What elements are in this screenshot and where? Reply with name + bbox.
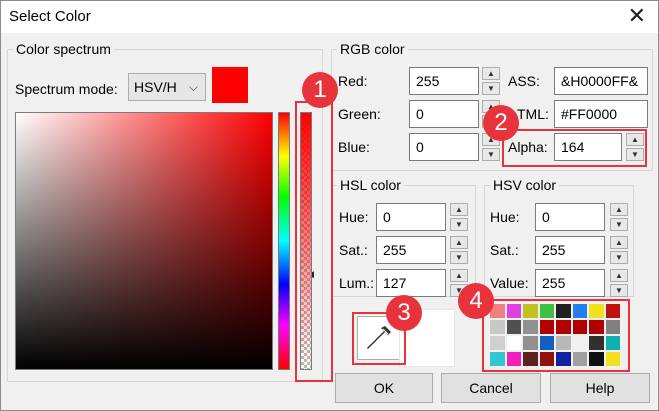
hsv-hue-input[interactable]: 0 [535, 203, 605, 231]
down-arrow-icon[interactable]: ▼ [482, 82, 500, 95]
hsv-sat-label: Sat.: [490, 242, 519, 258]
hsv-hue-label: Hue: [490, 209, 520, 225]
dialog-title: Select Color [9, 8, 91, 25]
callout-2: 2 [483, 105, 519, 141]
title-bar: Select Color ✕ [1, 1, 658, 33]
hsv-value-input[interactable]: 255 [535, 269, 605, 297]
close-icon[interactable]: ✕ [628, 5, 646, 27]
hsl-hue-label: Hue: [339, 209, 369, 225]
help-button[interactable]: Help [550, 373, 650, 403]
up-arrow-icon[interactable]: ▲ [610, 269, 628, 282]
select-color-dialog: Select Color ✕ Color spectrum Spectrum m… [0, 0, 659, 411]
rgb-color-label: RGB color [337, 41, 408, 57]
color-spectrum-area[interactable] [15, 112, 273, 370]
callout-4: 4 [458, 283, 494, 319]
current-color-preview [212, 67, 248, 103]
blue-input[interactable]: 0 [409, 133, 479, 161]
hsl-lum-label: Lum.: [339, 275, 375, 291]
up-arrow-icon[interactable]: ▲ [482, 67, 500, 80]
green-label: Green: [338, 106, 381, 122]
green-input[interactable]: 0 [409, 100, 479, 128]
up-arrow-icon[interactable]: ▲ [450, 269, 468, 282]
hsl-sat-label: Sat.: [339, 242, 368, 258]
hsl-hue-input[interactable]: 0 [376, 203, 446, 231]
ass-input[interactable]: &H0000FF& [554, 67, 648, 95]
html-input[interactable]: #FF0000 [554, 100, 648, 128]
down-arrow-icon[interactable]: ▼ [450, 218, 468, 231]
hsl-sat-stepper[interactable]: ▲ ▼ [450, 236, 468, 264]
color-spectrum-label: Color spectrum [13, 41, 114, 57]
down-arrow-icon[interactable]: ▼ [610, 218, 628, 231]
html-label: TML: [517, 106, 549, 122]
spectrum-mode-value: HSV/H [134, 79, 177, 95]
hsl-lum-input[interactable]: 127 [376, 269, 446, 297]
callout-3: 3 [386, 295, 422, 331]
hsv-color-label: HSV color [490, 177, 560, 193]
spectrum-mode-select[interactable]: HSV/H ⌵ [128, 73, 206, 101]
spectrum-mode-label: Spectrum mode: [15, 81, 118, 97]
cancel-button[interactable]: Cancel [441, 373, 541, 403]
red-stepper[interactable]: ▲ ▼ [482, 67, 500, 95]
ass-label: ASS: [508, 73, 540, 89]
red-input[interactable]: 255 [409, 67, 479, 95]
up-arrow-icon[interactable]: ▲ [450, 203, 468, 216]
highlight-alpha-input [502, 129, 647, 167]
hsl-hue-stepper[interactable]: ▲ ▼ [450, 203, 468, 231]
hsv-value-label: Value: [490, 275, 529, 291]
hue-slider[interactable] [278, 112, 290, 370]
hsv-value-stepper[interactable]: ▲ ▼ [610, 269, 628, 297]
callout-1: 1 [302, 72, 338, 108]
blue-label: Blue: [338, 139, 370, 155]
hsl-sat-input[interactable]: 255 [376, 236, 446, 264]
up-arrow-icon[interactable]: ▲ [610, 236, 628, 249]
down-arrow-icon[interactable]: ▼ [610, 251, 628, 264]
up-arrow-icon[interactable]: ▲ [450, 236, 468, 249]
hsv-hue-stepper[interactable]: ▲ ▼ [610, 203, 628, 231]
highlight-palette [482, 299, 630, 372]
hsv-sat-input[interactable]: 255 [535, 236, 605, 264]
chevron-down-icon: ⌵ [188, 80, 198, 94]
ok-button[interactable]: OK [335, 373, 433, 403]
down-arrow-icon[interactable]: ▼ [450, 251, 468, 264]
up-arrow-icon[interactable]: ▲ [610, 203, 628, 216]
red-label: Red: [338, 73, 368, 89]
down-arrow-icon[interactable]: ▼ [482, 148, 500, 161]
hsv-sat-stepper[interactable]: ▲ ▼ [610, 236, 628, 264]
down-arrow-icon[interactable]: ▼ [610, 284, 628, 297]
hsl-color-label: HSL color [337, 177, 404, 193]
highlight-alpha-slider [295, 101, 333, 382]
